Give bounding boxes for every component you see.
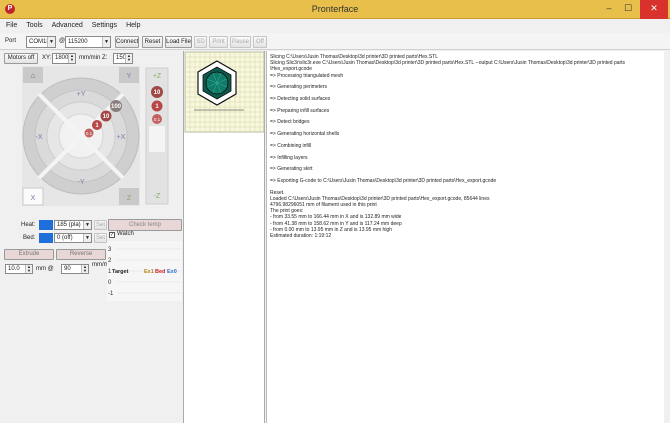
home-y-button[interactable]: Y — [119, 67, 139, 83]
xy-speed-label: XY: — [42, 55, 52, 61]
print-button[interactable]: Print — [209, 36, 228, 48]
z-center — [149, 126, 165, 152]
watch-checkbox[interactable]: ✓ — [109, 232, 115, 238]
menu-settings[interactable]: Settings — [92, 20, 117, 32]
temperature-graph: 3 2 1 0 -1 -2 Target Ex1 Bed Ex0 — [107, 241, 182, 301]
menu-tools[interactable]: Tools — [26, 20, 42, 32]
home-y-text: Y — [127, 73, 132, 80]
heat-set-button[interactable]: Set — [94, 220, 107, 230]
minimize-button[interactable]: – — [600, 0, 618, 19]
baud-select[interactable]: 115200 ▼ — [65, 36, 111, 48]
bed-label: Bed: — [23, 235, 36, 241]
console-scrollbar[interactable] — [664, 51, 670, 423]
step-badge-0-1[interactable]: 0.1 — [84, 128, 94, 138]
bed-set-button[interactable]: Set — [94, 233, 107, 243]
off-button[interactable]: Off — [253, 36, 267, 48]
step-badge-10[interactable]: 10 — [100, 110, 112, 122]
z-step-badge-0-1[interactable]: 0.1 — [152, 114, 162, 124]
chevron-down-icon: ▼ — [47, 37, 55, 47]
check-temp-button[interactable]: Check temp — [108, 219, 182, 231]
z-speed-input[interactable]: 150 ▲ ▼ — [113, 53, 133, 64]
port-select[interactable]: COM18 ▼ — [26, 36, 56, 48]
plus-y-label[interactable]: +Y — [77, 91, 86, 98]
watch-label: Watch — [117, 231, 134, 237]
window-title: Pronterface — [311, 4, 359, 14]
sd-button[interactable]: SD — [194, 36, 207, 48]
xy-speed-input[interactable]: 1800 ▲ ▼ — [52, 53, 76, 64]
extrude-speed-unit: mm/min — [92, 262, 114, 268]
spinner-arrows-icon: ▲ ▼ — [25, 265, 32, 273]
z-step-badge-10[interactable]: 10 — [151, 86, 163, 98]
home-x-button[interactable]: X — [22, 187, 44, 206]
reset-button[interactable]: Reset — [142, 36, 163, 48]
graph-legend-ex1: Ex1 — [144, 269, 154, 275]
chevron-down-icon: ▼ — [83, 234, 91, 242]
spinner-arrows-icon: ▲ ▼ — [81, 265, 88, 273]
z-step-10-text: 10 — [154, 90, 161, 96]
extrude-button[interactable]: Extrude — [4, 249, 54, 260]
step-badge-10-text: 10 — [103, 114, 110, 120]
extrude-speed-value: 90 — [64, 266, 71, 272]
load-file-button[interactable]: Load File — [165, 36, 192, 48]
log-line: Slicing Slic3r\slic3r.exe C:\Users\Jusin… — [270, 60, 626, 67]
step-badge-1[interactable]: 1 — [92, 120, 102, 130]
graph-tick-minus-1: -1 — [108, 291, 114, 297]
baud-value: 115200 — [68, 39, 88, 45]
extrude-length-input[interactable]: 10.0 ▲ ▼ — [5, 264, 33, 274]
step-badge-100-text: 100 — [111, 104, 122, 110]
bed-select[interactable]: 0 (off) ▼ — [54, 233, 92, 243]
minus-y-label[interactable]: -Y — [78, 179, 85, 186]
graph-legend-target: Target — [112, 269, 129, 275]
home-z-text: Z — [127, 195, 132, 202]
minus-z-label[interactable]: -Z — [154, 193, 161, 200]
minus-x-label[interactable]: -X — [36, 134, 43, 141]
heat-value: 185 (pla) — [57, 222, 81, 228]
step-badge-0-1-text: 0.1 — [86, 131, 93, 136]
heat-label: Heat: — [21, 222, 36, 228]
extrude-length-value: 10.0 — [8, 266, 20, 272]
heat-status-swatch — [39, 220, 53, 230]
graph-legend-ex0: Ex0 — [167, 269, 177, 275]
extrude-speed-input[interactable]: 90 ▲ ▼ — [61, 264, 89, 274]
port-label: Port — [5, 38, 17, 44]
extrude-length-unit: mm @ — [36, 266, 54, 272]
z-speed-label: mm/min Z: — [79, 55, 108, 61]
xy-speed-value: 1800 — [55, 55, 69, 61]
motors-off-button[interactable]: Motors off — [4, 53, 38, 64]
step-badge-100[interactable]: 100 — [110, 100, 122, 112]
menu-bar: File Tools Advanced Settings Help — [0, 20, 140, 32]
plus-z-label[interactable]: +Z — [153, 73, 162, 80]
pause-button[interactable]: Pause — [230, 36, 251, 48]
print-preview-panel — [183, 51, 265, 423]
home-z-button[interactable]: Z — [119, 188, 139, 205]
jog-control: +Y -Y -X +X 100 10 1 0.1 ⌂ Y X Z +Z -Z 1… — [22, 66, 169, 206]
menu-file[interactable]: File — [6, 20, 17, 32]
spinner-arrows-icon: ▲ ▼ — [68, 54, 75, 63]
title-bar: P Pronterface – ☐ ✕ — [0, 0, 670, 19]
spinner-arrows-icon: ▲ ▼ — [125, 54, 132, 63]
bed-status-swatch — [39, 233, 53, 243]
menu-advanced[interactable]: Advanced — [52, 20, 83, 32]
home-x-text: X — [31, 195, 36, 202]
log-line: Estimated duration: 1:19:12 — [270, 233, 332, 240]
z-step-0-1-text: 0.1 — [154, 117, 161, 122]
print-bed-preview[interactable] — [184, 51, 266, 141]
console-log: Slicing C:\Users\Jusin Thomas\Desktop\3d… — [266, 51, 670, 423]
connect-button[interactable]: Connect — [115, 36, 139, 48]
heat-select[interactable]: 185 (pla) ▼ — [54, 220, 92, 230]
chevron-down-icon: ▼ — [102, 37, 110, 47]
reverse-button[interactable]: Reverse — [56, 249, 106, 260]
close-button[interactable]: ✕ — [640, 0, 668, 19]
chevron-down-icon: ▼ — [83, 221, 91, 229]
graph-legend-bed: Bed — [155, 269, 165, 275]
plus-x-label[interactable]: +X — [117, 134, 126, 141]
home-all-icon: ⌂ — [31, 71, 36, 80]
bed-value: 0 (off) — [57, 235, 73, 241]
menu-help[interactable]: Help — [126, 20, 140, 32]
home-all-button[interactable]: ⌂ — [23, 67, 43, 83]
z-step-badge-1[interactable]: 1 — [151, 100, 163, 112]
toolbar: Port COM18 ▼ @ 115200 ▼ Connect Reset Lo… — [0, 33, 670, 50]
maximize-button[interactable]: ☐ — [619, 0, 637, 19]
